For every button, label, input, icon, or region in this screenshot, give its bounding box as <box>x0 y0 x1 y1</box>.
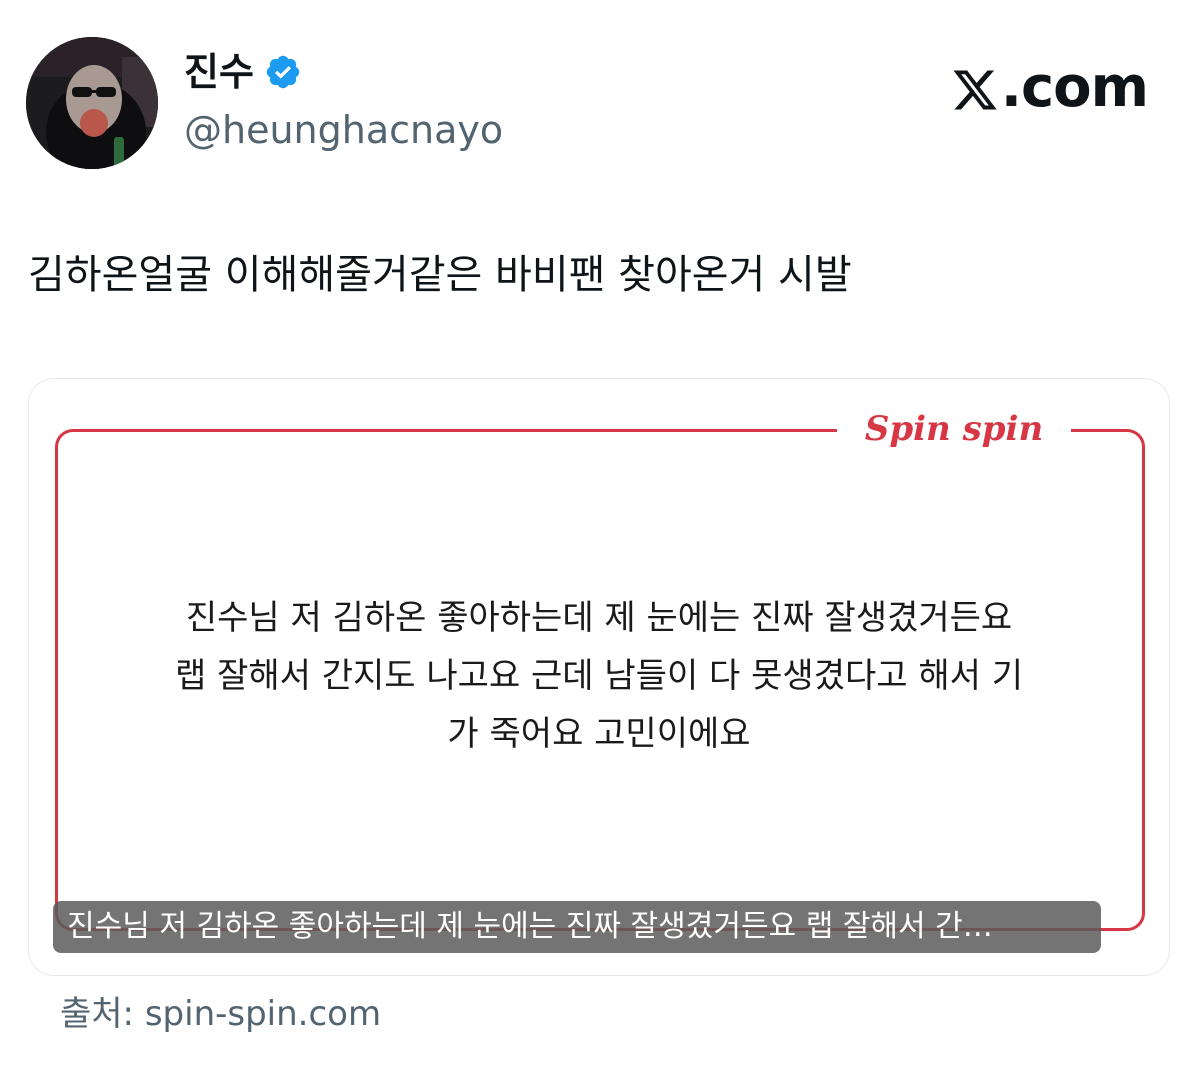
verified-badge-icon <box>264 53 302 91</box>
x-com-brand: .com <box>951 55 1149 120</box>
avatar[interactable] <box>26 37 158 169</box>
question-line: 진수님 저 김하온 좋아하는데 제 눈에는 진짜 잘생겼거든요 <box>185 598 1013 638</box>
spin-spin-logo: Spin spin <box>837 407 1071 451</box>
image-caption-overlay: 진수님 저 김하온 좋아하는데 제 눈에는 진짜 잘생겼거든요 랩 잘해서 간… <box>53 901 1101 953</box>
question-text: 진수님 저 김하온 좋아하는데 제 눈에는 진짜 잘생겼거든요 랩 잘해서 간지… <box>89 589 1109 763</box>
x-logo-icon <box>951 64 999 112</box>
author-display-name-row[interactable]: 진수 <box>184 48 302 96</box>
author-display-name: 진수 <box>184 50 254 94</box>
author-handle[interactable]: @heunghacnayo <box>184 106 503 154</box>
media-card[interactable]: Spin spin 진수님 저 김하온 좋아하는데 제 눈에는 진짜 잘생겼거든… <box>28 378 1170 976</box>
tweet-text: 김하온얼굴 이해해줄거같은 바비팬 찾아온거 시발 <box>28 252 852 298</box>
question-line: 가 죽어요 고민이에요 <box>447 714 751 754</box>
source-credit: 출처: spin-spin.com <box>60 994 382 1034</box>
avatar-image <box>26 37 158 169</box>
brand-suffix: .com <box>1000 55 1149 120</box>
question-line: 랩 잘해서 간지도 나고요 근데 남들이 다 못생겼다고 해서 기 <box>175 656 1023 696</box>
